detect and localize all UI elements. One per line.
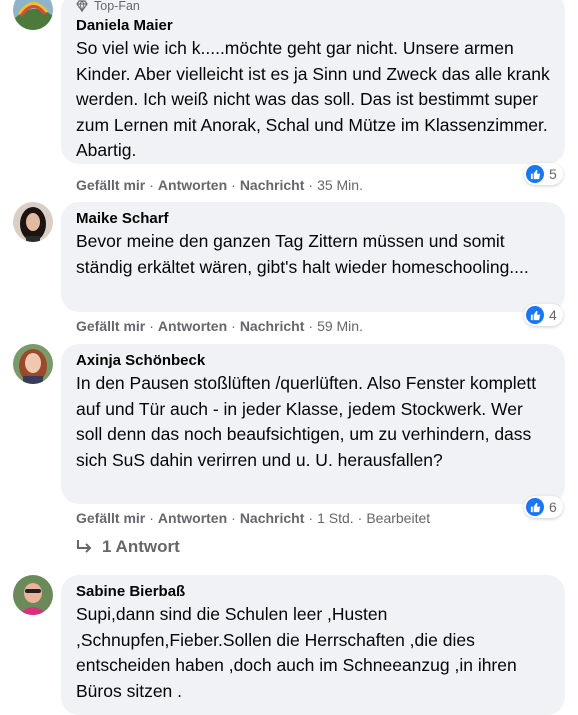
avatar[interactable] bbox=[13, 0, 53, 30]
separator: · bbox=[308, 318, 314, 334]
separator: · bbox=[231, 318, 236, 334]
reaction-count[interactable]: 6 bbox=[524, 496, 563, 518]
message-link[interactable]: Nachricht bbox=[240, 177, 305, 193]
comment-author[interactable]: Axinja Schönbeck bbox=[76, 351, 551, 370]
view-replies-link[interactable]: 1 Antwort bbox=[76, 537, 180, 557]
top-fan-badge: Top-Fan bbox=[76, 0, 551, 14]
comment-bubble: Sabine Bierbaß Supi,dann sind die Schule… bbox=[61, 575, 565, 715]
timestamp[interactable]: 35 Min. bbox=[317, 177, 363, 193]
comment-text: In den Pausen stoßlüften /querlüften. Al… bbox=[76, 373, 537, 470]
reaction-number: 6 bbox=[549, 499, 557, 515]
separator: · bbox=[149, 177, 154, 193]
comment-text: So viel wie ich k.....möchte geht gar ni… bbox=[76, 38, 550, 160]
separator: · bbox=[308, 510, 314, 526]
reaction-count[interactable]: 5 bbox=[524, 163, 563, 185]
diamond-icon bbox=[76, 0, 88, 12]
separator: · bbox=[231, 510, 236, 526]
comment-bubble: Maike Scharf Bevor meine den ganzen Tag … bbox=[61, 202, 565, 312]
separator: · bbox=[149, 510, 154, 526]
badge-label: Top-Fan bbox=[94, 0, 140, 13]
reaction-number: 4 bbox=[549, 307, 557, 323]
timestamp[interactable]: 1 Std. bbox=[317, 510, 354, 526]
message-link[interactable]: Nachricht bbox=[240, 318, 305, 334]
avatar[interactable] bbox=[13, 344, 53, 384]
like-link[interactable]: Gefällt mir bbox=[76, 318, 145, 334]
replies-count-label: 1 Antwort bbox=[102, 537, 180, 556]
like-reaction-icon bbox=[526, 306, 544, 324]
reply-link[interactable]: Antworten bbox=[158, 318, 227, 334]
like-link[interactable]: Gefällt mir bbox=[76, 510, 145, 526]
like-reaction-icon bbox=[526, 165, 544, 183]
comment-bubble: Axinja Schönbeck In den Pausen stoßlüfte… bbox=[61, 344, 565, 504]
timestamp[interactable]: 59 Min. bbox=[317, 318, 363, 334]
avatar[interactable] bbox=[13, 202, 53, 242]
comment-actions: Gefällt mir · Antworten · Nachricht · 59 Min. bbox=[76, 318, 363, 334]
reply-arrow-icon bbox=[77, 540, 92, 553]
comment-author[interactable]: Daniela Maier bbox=[76, 16, 551, 35]
reply-link[interactable]: Antworten bbox=[158, 177, 227, 193]
separator: · bbox=[149, 318, 154, 334]
edited-label: Bearbeitet bbox=[366, 510, 431, 526]
comment-author[interactable]: Sabine Bierbaß bbox=[76, 582, 551, 601]
reply-link[interactable]: Antworten bbox=[158, 510, 227, 526]
comment-bubble: Top-Fan Daniela Maier So viel wie ich k.… bbox=[61, 0, 565, 164]
comment-text: Supi,dann sind die Schulen leer ,Husten … bbox=[76, 604, 517, 701]
comment-author[interactable]: Maike Scharf bbox=[76, 209, 551, 228]
comment-actions: Gefällt mir · Antworten · Nachricht · 1 Std. · B… bbox=[76, 510, 430, 526]
comment-text: Bevor meine den ganzen Tag Zittern müsse… bbox=[76, 231, 529, 277]
avatar[interactable] bbox=[13, 575, 53, 615]
message-link[interactable]: Nachricht bbox=[240, 510, 305, 526]
reaction-count[interactable]: 4 bbox=[524, 304, 563, 326]
like-link[interactable]: Gefällt mir bbox=[76, 177, 145, 193]
separator: · bbox=[308, 177, 314, 193]
reaction-number: 5 bbox=[549, 166, 557, 182]
comment-actions: Gefällt mir · Antworten · Nachricht · 35 Min. bbox=[76, 177, 363, 193]
separator: · bbox=[231, 177, 236, 193]
like-reaction-icon bbox=[526, 498, 544, 516]
separator: · bbox=[357, 510, 363, 526]
